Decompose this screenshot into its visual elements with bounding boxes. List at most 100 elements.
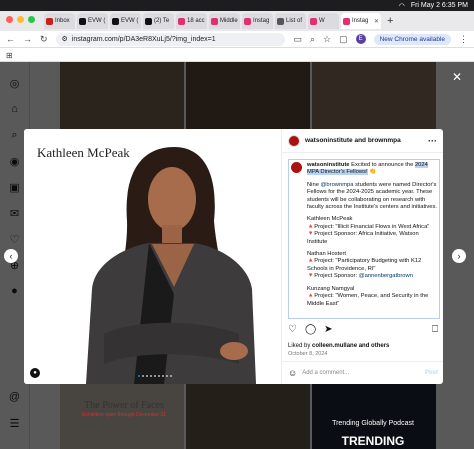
carousel-dot	[142, 375, 144, 377]
caption-highlight-2: MPA Director's Fellows!	[307, 169, 368, 176]
portrait-illustration	[86, 147, 256, 384]
fellow-3-project: 🔺Project: "Women, Peace, and Security in…	[307, 293, 429, 307]
next-post-arrow-icon[interactable]: ›	[452, 249, 466, 263]
carousel-dot-active	[138, 375, 140, 377]
fellow-3: Kunzang Namgyal 🔺Project: "Women, Peace, …	[307, 286, 437, 308]
caption-intro-end: 👏	[367, 169, 377, 176]
more-options-icon[interactable]: ···	[428, 136, 437, 146]
wifi-icon: ◠	[398, 2, 405, 10]
fellow-2-project: 🔺Project: "Participatory Budgeting with …	[307, 258, 422, 272]
new-chrome-button[interactable]: New Chrome available	[373, 33, 451, 45]
caption-intro: watsoninstitute Excited to announce the …	[307, 162, 437, 177]
tab-8[interactable]: W	[308, 13, 339, 29]
tab-3[interactable]: (2) Te	[143, 13, 174, 29]
caption-scroll-area[interactable]: watsoninstitute Excited to announce the …	[288, 159, 440, 319]
x-icon	[145, 17, 152, 25]
instagram-icon	[178, 17, 185, 25]
back-icon[interactable]: ←	[6, 34, 15, 44]
caption-account[interactable]: watsoninstitute	[307, 162, 350, 168]
wikipedia-icon	[277, 17, 284, 25]
extensions-icon[interactable]: ▢	[339, 34, 348, 45]
fellow-1-sponsor: 🔻Project Sponsor: Africa Initiative, Wat…	[307, 231, 419, 245]
x-icon	[112, 17, 119, 25]
fellow-2-sponsor: 🔻Project Sponsor:	[307, 273, 359, 280]
fellow-2: Nathan Hostert 🔺Project: "Participatory B…	[307, 251, 437, 281]
tab-strip: Inbox EVW ( EVW ( (2) Te 18 acc Middle I…	[0, 11, 474, 31]
tab-6[interactable]: Instag	[242, 13, 273, 29]
tab-4[interactable]: 18 acc	[176, 13, 207, 29]
carousel-dot	[150, 375, 152, 377]
account-avatar[interactable]	[288, 134, 300, 147]
instagram-icon	[310, 17, 317, 25]
minimize-window-icon[interactable]	[17, 16, 24, 23]
post-actions: ♡ ◯ ➤ ⎕	[288, 324, 438, 335]
liked-by-user[interactable]: colleen.mullane	[312, 343, 357, 349]
instagram-icon	[244, 17, 251, 25]
maximize-window-icon[interactable]	[28, 16, 35, 23]
post-header-accounts[interactable]: watsoninstitute and brownmpa	[305, 137, 401, 144]
tab-0[interactable]: Inbox	[44, 13, 75, 29]
comment-icon[interactable]: ◯	[305, 324, 316, 335]
site-info-icon[interactable]: ⚙	[62, 35, 68, 43]
post-modal: Kathleen McPeak ● watsoninstitute and br…	[24, 129, 443, 384]
window-controls	[6, 16, 35, 23]
fellow-1: Kathleen McPeak 🔺Project: "Illicit Financ…	[307, 216, 437, 246]
fellow-2-name: Nathan Hostert	[307, 251, 346, 258]
mac-menu-bar: ◠ Fri May 2 6:35 PM	[0, 0, 474, 11]
url-field[interactable]: ⚙ instagram.com/p/DA3eR8XuLj5/?img_index=…	[55, 32, 286, 46]
mention-annenbergatbrown[interactable]: @annenbergatbrown	[359, 273, 413, 279]
profile-avatar[interactable]: E	[355, 34, 366, 44]
bookmarks-bar: ⊞	[0, 48, 474, 62]
new-tab-icon[interactable]: +	[387, 15, 393, 27]
date-time: Fri May 2 6:35 PM	[410, 2, 468, 9]
user-tag-icon[interactable]: ●	[30, 368, 40, 378]
post-image[interactable]: Kathleen McPeak ●	[24, 129, 281, 384]
mention-brownmpa[interactable]: @brownmpa	[321, 182, 354, 188]
tab-7[interactable]: List of	[275, 13, 306, 29]
reload-icon[interactable]: ↻	[40, 34, 48, 45]
fellow-3-name: Kunzang Namgyal	[307, 285, 355, 292]
bg-tile-1-title: The Power of Faces	[84, 400, 164, 411]
zoom-icon[interactable]: ⌕	[310, 34, 315, 45]
bg-tile-3-subtitle: TRENDING	[341, 434, 405, 448]
close-tab-icon[interactable]: ✕	[374, 18, 379, 25]
post-side-panel: watsoninstitute and brownmpa ··· watsoni…	[281, 129, 443, 384]
instagram-icon	[211, 17, 218, 25]
caption-avatar[interactable]	[291, 162, 302, 173]
carousel-dot	[170, 375, 172, 377]
fellow-1-project: 🔺Project: "Illicit Financial Flows in We…	[307, 223, 430, 230]
gmail-icon	[46, 17, 53, 25]
caption-text: watsoninstitute Excited to announce the …	[307, 162, 437, 313]
share-icon[interactable]: ➤	[324, 324, 332, 335]
comment-input[interactable]: Add a comment...	[302, 370, 349, 376]
caption-highlight-1: 2024	[414, 162, 428, 168]
cast-icon[interactable]: ▭	[293, 34, 302, 45]
post-comment-button[interactable]: Post	[425, 370, 438, 376]
caption-intro-text: Excited to announce the	[351, 162, 415, 168]
carousel-dot	[146, 375, 148, 377]
prev-post-arrow-icon[interactable]: ‹	[4, 249, 18, 263]
like-heart-icon[interactable]: ♡	[288, 324, 297, 335]
tab-9-active[interactable]: Instag ✕	[341, 13, 381, 29]
forward-icon[interactable]: →	[23, 34, 32, 44]
carousel-dot	[166, 375, 168, 377]
emoji-icon[interactable]: ☺	[288, 368, 297, 378]
carousel-dots	[138, 375, 172, 377]
close-modal-icon[interactable]: ✕	[452, 70, 462, 84]
tab-1[interactable]: EVW (	[77, 13, 108, 29]
carousel-dot	[162, 375, 164, 377]
bg-tile-3-title: Trending Globally Podcast	[332, 420, 414, 427]
star-icon[interactable]: ☆	[323, 34, 331, 45]
liked-by-line: Liked by colleen.mullane and others	[288, 343, 390, 349]
tab-2[interactable]: EVW (	[110, 13, 141, 29]
close-window-icon[interactable]	[6, 16, 13, 23]
menu-kebab-icon[interactable]: ⋮	[459, 34, 468, 45]
post-date: October 8, 2024	[288, 351, 328, 357]
tab-5[interactable]: Middle	[209, 13, 240, 29]
apps-grid-icon[interactable]: ⊞	[6, 51, 13, 60]
save-bookmark-icon[interactable]: ⎕	[432, 324, 438, 335]
liked-by-others[interactable]: and others	[357, 343, 390, 349]
caption-paragraph-2: Nine @brownmpa students were named Direc…	[307, 181, 437, 211]
x-icon	[79, 17, 86, 25]
fellow-1-name: Kathleen McPeak	[307, 216, 353, 223]
